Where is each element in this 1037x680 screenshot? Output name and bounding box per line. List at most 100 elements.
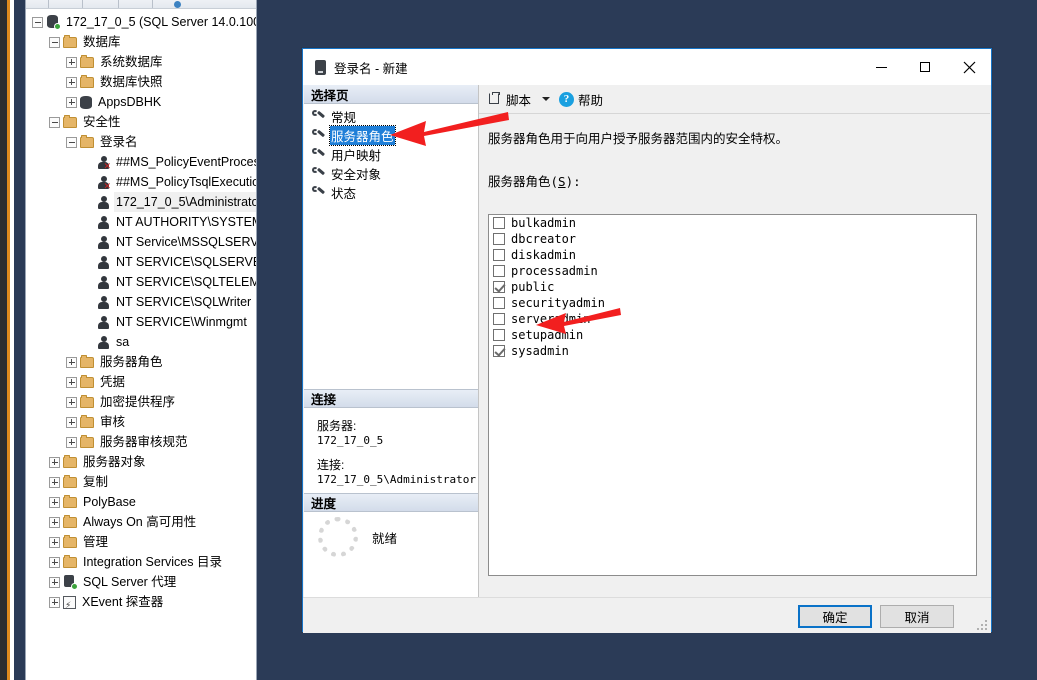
tree-item[interactable]: 172_17_0_5 (SQL Server 14.0.1000.1	[26, 12, 256, 32]
server-role-row[interactable]: serveradmin	[489, 311, 976, 327]
dialog-title-bar[interactable]: 登录名 - 新建	[303, 49, 991, 85]
tree-item[interactable]: ✕ ##MS_PolicyTsqlExecution	[26, 172, 256, 192]
tree-item[interactable]: 管理	[26, 532, 256, 552]
ide-left-edge-bar	[0, 0, 7, 680]
tree-item[interactable]: 服务器审核规范	[26, 432, 256, 452]
server-role-row[interactable]: securityadmin	[489, 295, 976, 311]
select-page-item[interactable]: 服务器角色	[312, 125, 478, 146]
user-disabled-icon: ✕	[97, 155, 111, 170]
tree-item[interactable]: 系统数据库	[26, 52, 256, 72]
role-checkbox[interactable]	[493, 329, 505, 341]
user-icon	[97, 235, 110, 249]
tree-item[interactable]: ✕ ##MS_PolicyEventProcess	[26, 152, 256, 172]
expand-plus-icon[interactable]	[66, 356, 77, 368]
expand-plus-icon[interactable]	[66, 396, 77, 408]
tree-item[interactable]: NT SERVICE\SQLWriter	[26, 292, 256, 312]
help-button[interactable]: ? 帮助	[559, 90, 603, 109]
collapse-minus-icon[interactable]	[66, 136, 77, 148]
expand-plus-icon[interactable]	[66, 96, 77, 108]
collapse-minus-icon[interactable]	[32, 16, 43, 28]
tree-item[interactable]: PolyBase	[26, 492, 256, 512]
expand-plus-icon[interactable]	[66, 56, 77, 68]
tree-item[interactable]: AppsDBHK	[26, 92, 256, 112]
server-role-row[interactable]: sysadmin	[489, 343, 976, 359]
close-button[interactable]	[947, 49, 991, 85]
tree-item[interactable]: 172_17_0_5\Administrator	[26, 192, 256, 212]
collapse-minus-icon[interactable]	[49, 36, 60, 48]
expand-plus-icon[interactable]	[49, 556, 60, 568]
script-button[interactable]: 脚本	[488, 90, 531, 109]
database-icon	[80, 95, 92, 109]
role-checkbox[interactable]	[493, 313, 505, 325]
tree-item[interactable]: sa	[26, 332, 256, 352]
tree-item[interactable]: NT SERVICE\SQLTELEMET	[26, 272, 256, 292]
login-new-dialog: 登录名 - 新建 选择页 常规 服务器角色 用户映射 安全对象 状态 连接 服务器: 1…	[302, 48, 992, 633]
tree-item[interactable]: NT AUTHORITY\SYSTEM	[26, 212, 256, 232]
tree-item[interactable]: 服务器对象	[26, 452, 256, 472]
minimize-button[interactable]	[859, 49, 903, 85]
role-checkbox[interactable]	[493, 217, 505, 229]
folder-icon	[63, 534, 77, 548]
tree-item[interactable]: 服务器角色	[26, 352, 256, 372]
server-role-row[interactable]: public	[489, 279, 976, 295]
expand-plus-icon[interactable]	[66, 416, 77, 428]
role-checkbox[interactable]	[493, 281, 505, 293]
collapse-minus-icon[interactable]	[49, 116, 60, 128]
server-role-row[interactable]: dbcreator	[489, 231, 976, 247]
expand-plus-icon[interactable]	[66, 76, 77, 88]
tree-item[interactable]: 凭据	[26, 372, 256, 392]
cancel-button[interactable]: 取消	[880, 605, 954, 628]
role-name-label: processadmin	[511, 264, 598, 278]
expand-plus-icon[interactable]	[49, 536, 60, 548]
tree-item[interactable]: NT SERVICE\Winmgmt	[26, 312, 256, 332]
tree-item[interactable]: 复制	[26, 472, 256, 492]
maximize-button[interactable]	[903, 49, 947, 85]
tree-item[interactable]: 数据库快照	[26, 72, 256, 92]
tree-item[interactable]: XEvent 探查器	[26, 592, 256, 615]
server-role-row[interactable]: processadmin	[489, 263, 976, 279]
role-checkbox[interactable]	[493, 233, 505, 245]
tree-item[interactable]: NT Service\MSSQLSERVE	[26, 232, 256, 252]
tree-item[interactable]: Integration Services 目录	[26, 552, 256, 572]
tree-item[interactable]: NT SERVICE\SQLSERVERA	[26, 252, 256, 272]
expand-plus-icon[interactable]	[49, 596, 60, 608]
tree-item-label: 登录名	[100, 135, 138, 149]
tree-item[interactable]: Always On 高可用性	[26, 512, 256, 532]
select-page-item[interactable]: 用户映射	[312, 145, 478, 164]
agent-icon	[63, 575, 78, 590]
tree-item[interactable]: SQL Server 代理	[26, 572, 256, 592]
tree-item[interactable]: 安全性	[26, 112, 256, 132]
server-role-row[interactable]: diskadmin	[489, 247, 976, 263]
expand-plus-icon[interactable]	[66, 436, 77, 448]
object-explorer-toolbar[interactable]	[26, 0, 256, 9]
expand-plus-icon[interactable]	[49, 576, 60, 588]
server-roles-listbox[interactable]: bulkadmin dbcreator diskadmin processadmin p…	[488, 214, 977, 576]
select-page-item[interactable]: 常规	[312, 107, 478, 126]
select-page-item[interactable]: 状态	[312, 183, 478, 202]
tree-item[interactable]: 登录名	[26, 132, 256, 152]
role-name-label: serveradmin	[511, 312, 591, 326]
select-page-item[interactable]: 安全对象	[312, 164, 478, 183]
xevent-icon	[63, 595, 76, 615]
server-role-row[interactable]: setupadmin	[489, 327, 976, 343]
role-checkbox[interactable]	[493, 265, 505, 277]
expand-plus-icon[interactable]	[49, 456, 60, 468]
resize-grip[interactable]	[977, 620, 987, 630]
ok-button[interactable]: 确定	[798, 605, 872, 628]
role-checkbox[interactable]	[493, 345, 505, 357]
role-checkbox[interactable]	[493, 297, 505, 309]
role-checkbox[interactable]	[493, 249, 505, 261]
user-icon	[97, 255, 110, 269]
server-role-row[interactable]: bulkadmin	[489, 215, 976, 231]
object-explorer-tree[interactable]: 172_17_0_5 (SQL Server 14.0.1000.1 数据库 系统数…	[26, 10, 256, 615]
tree-item[interactable]: 数据库	[26, 32, 256, 52]
select-page-list[interactable]: 常规 服务器角色 用户映射 安全对象 状态	[304, 104, 478, 202]
expand-plus-icon[interactable]	[49, 476, 60, 488]
tree-item[interactable]: 加密提供程序	[26, 392, 256, 412]
script-dropdown-chevron-down-icon[interactable]	[542, 97, 551, 101]
expand-plus-icon[interactable]	[49, 516, 60, 528]
expand-plus-icon[interactable]	[49, 496, 60, 508]
tree-item[interactable]: 审核	[26, 412, 256, 432]
role-name-label: sysadmin	[511, 344, 569, 358]
expand-plus-icon[interactable]	[66, 376, 77, 388]
